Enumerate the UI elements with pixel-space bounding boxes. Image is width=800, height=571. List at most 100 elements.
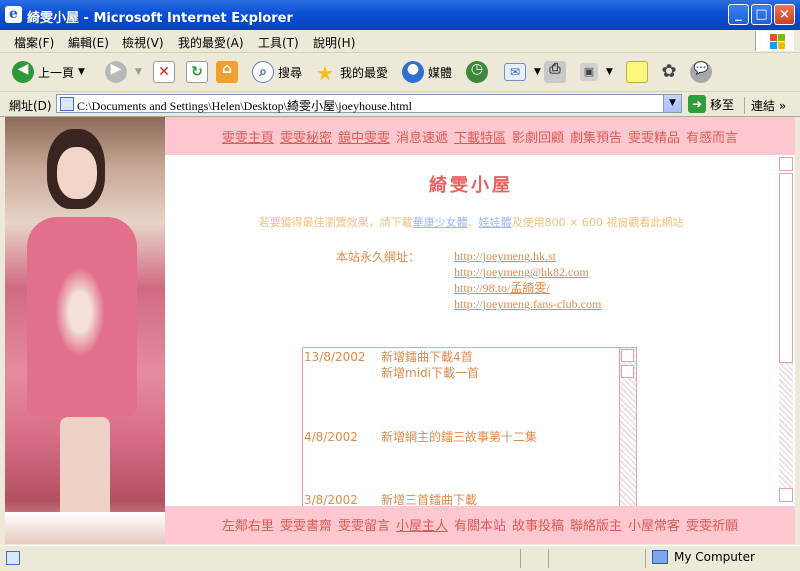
- nav-study[interactable]: 雯雯書齋: [280, 515, 332, 534]
- address-value[interactable]: C:\Documents and Settings\Helen\Desktop\…: [77, 97, 412, 114]
- flower-icon: ✿: [661, 61, 677, 82]
- window-title-bar[interactable]: e 綺雯小屋 - Microsoft Internet Explorer _ □…: [0, 0, 800, 30]
- menu-favorites[interactable]: 我的最愛(A): [178, 34, 244, 51]
- chevron-down-icon: ▼: [534, 67, 541, 77]
- mail-button[interactable]: ✉ ▼: [504, 57, 541, 87]
- news-text: 新增網主的鐳三故事第十二集: [381, 430, 538, 444]
- forward-button[interactable]: ▶ ▼: [105, 57, 142, 87]
- nav-owner[interactable]: 小屋主人: [396, 515, 448, 534]
- search-button[interactable]: ⌕ 搜尋: [252, 57, 302, 87]
- back-button[interactable]: ◀ 上一頁 ▼: [12, 57, 85, 87]
- menu-view[interactable]: 檢視(V): [122, 34, 164, 51]
- scroll-thumb[interactable]: [779, 173, 793, 363]
- minimize-button[interactable]: _: [728, 4, 749, 25]
- url-link[interactable]: http://joeymeng@hk82.com: [454, 264, 601, 280]
- permanent-url-label: 本站永久網址：: [336, 250, 421, 264]
- nav-drama-review[interactable]: 影劇回顧: [512, 127, 564, 146]
- close-button[interactable]: ×: [774, 4, 795, 25]
- stop-icon: ✕: [153, 61, 175, 83]
- page-scrollbar[interactable]: [777, 155, 795, 506]
- scroll-track[interactable]: [779, 363, 793, 488]
- news-scrollbar[interactable]: [619, 348, 636, 506]
- font-tip: 若要獲得最佳瀏覽效果，請下載華康少女體、娃娃體及使用800 × 600 視窗觀看…: [165, 214, 777, 230]
- media-globe-icon: ●: [402, 61, 424, 83]
- go-button[interactable]: ➜ 移至: [688, 95, 734, 113]
- nav-mirror[interactable]: 鏡中雯雯: [338, 127, 390, 146]
- computer-icon: [652, 550, 668, 564]
- nav-guestbook[interactable]: 雯雯留言: [338, 515, 390, 534]
- nav-news[interactable]: 消息速遞: [396, 127, 448, 146]
- url-link[interactable]: http://98.to/孟綺雯/: [454, 280, 601, 296]
- news-scroll-up[interactable]: [621, 349, 634, 362]
- nav-downloads[interactable]: 下載特區: [454, 127, 506, 146]
- search-icon: ⌕: [252, 61, 274, 83]
- menu-help[interactable]: 說明(H): [313, 34, 355, 51]
- address-input[interactable]: C:\Documents and Settings\Helen\Desktop\…: [56, 94, 682, 113]
- messenger-button[interactable]: ✿: [658, 57, 684, 87]
- news-date: 4/8/2002: [304, 430, 358, 444]
- scroll-down-button[interactable]: [779, 488, 793, 502]
- url-link[interactable]: http://joeymeng.fans-club.com: [454, 296, 601, 312]
- news-text: 新增midi下載一首: [381, 366, 479, 380]
- address-label: 網址(D): [9, 99, 52, 113]
- history-button[interactable]: ◷: [466, 57, 492, 87]
- edit-button[interactable]: ▣ ▼: [580, 57, 613, 87]
- status-divider: [548, 549, 549, 568]
- chat-button[interactable]: 💬: [690, 57, 716, 87]
- menu-edit[interactable]: 編輯(E): [68, 34, 109, 51]
- menu-bar: 檔案(F) 編輯(E) 檢視(V) 我的最愛(A) 工具(T) 說明(H): [0, 30, 800, 53]
- home-button[interactable]: ⌂: [216, 57, 242, 87]
- nav-home[interactable]: 雯雯主頁: [222, 127, 274, 146]
- nav-about[interactable]: 有關本站: [454, 515, 506, 534]
- toolbar: ◀ 上一頁 ▼ ▶ ▼ ✕ ↻ ⌂ ⌕ 搜尋 ★ 我的最愛 ● 媒體 ◷ ✉ ▼…: [0, 53, 800, 92]
- nav-wishes[interactable]: 雯雯祈願: [686, 515, 738, 534]
- stop-button[interactable]: ✕: [153, 57, 179, 87]
- url-link[interactable]: http://joeymeng.hk.st: [454, 248, 601, 264]
- go-label: 移至: [710, 97, 735, 112]
- links-label: 連結: [751, 99, 776, 113]
- back-arrow-icon: ◀: [12, 61, 34, 83]
- status-divider: [645, 549, 646, 568]
- news-text: 新增三首鐳曲下載: [381, 493, 478, 506]
- tip-prefix: 若要獲得最佳瀏覽效果，請下載: [258, 216, 413, 229]
- scroll-up-button[interactable]: [779, 157, 793, 171]
- nav-goods[interactable]: 雯雯精品: [628, 127, 680, 146]
- menu-file[interactable]: 檔案(F): [14, 34, 54, 51]
- maximize-button[interactable]: □: [751, 4, 772, 25]
- font-link-huakang[interactable]: 華康少女體: [413, 216, 468, 229]
- news-item: 13/8/2002 新增鐳曲下載4首: [304, 348, 473, 365]
- nav-secrets[interactable]: 雯雯秘密: [280, 127, 332, 146]
- font-link-wawa[interactable]: 娃娃體: [479, 216, 512, 229]
- nav-submit-story[interactable]: 故事投稿: [512, 515, 564, 534]
- page-icon: [60, 97, 74, 111]
- nav-neighbors[interactable]: 左鄰右里: [222, 515, 274, 534]
- photo-railing: [5, 512, 165, 544]
- history-icon: ◷: [466, 61, 488, 83]
- print-button[interactable]: ⎙: [544, 57, 570, 87]
- refresh-icon: ↻: [186, 61, 208, 83]
- chevron-down-icon: ▼: [606, 67, 613, 77]
- window-title: 綺雯小屋 - Microsoft Internet Explorer: [27, 11, 293, 26]
- page-viewport[interactable]: 雯雯主頁 雯雯秘密 鏡中雯雯 消息速遞 下載特區 影劇回顧 劇集預告 雯雯精品 …: [5, 117, 795, 544]
- favorites-label: 我的最愛: [340, 65, 389, 80]
- media-button[interactable]: ● 媒體: [402, 57, 452, 87]
- news-scroll-thumb[interactable]: [621, 365, 634, 378]
- menu-tools[interactable]: 工具(T): [258, 34, 299, 51]
- nav-contact[interactable]: 聯絡版主: [570, 515, 622, 534]
- news-box[interactable]: 13/8/2002 新增鐳曲下載4首 新增midi下載一首 4/8/2002 新增網…: [302, 347, 637, 506]
- address-dropdown-icon[interactable]: ▼: [663, 95, 681, 112]
- favorites-button[interactable]: ★ 我的最愛: [314, 57, 388, 87]
- ie-icon: e: [5, 6, 22, 23]
- nav-preview[interactable]: 劇集預告: [570, 127, 622, 146]
- address-bar: 網址(D) C:\Documents and Settings\Helen\De…: [0, 92, 800, 117]
- nav-thoughts[interactable]: 有感而言: [686, 127, 738, 146]
- discuss-button[interactable]: [626, 57, 652, 87]
- news-item: 3/8/2002 新增三首鐳曲下載: [304, 491, 477, 506]
- page-title: 綺雯小屋: [429, 175, 513, 196]
- refresh-button[interactable]: ↻: [186, 57, 212, 87]
- permanent-url-list: http://joeymeng.hk.st http://joeymeng@hk…: [454, 248, 601, 312]
- nav-regulars[interactable]: 小屋常客: [628, 515, 680, 534]
- top-nav: 雯雯主頁 雯雯秘密 鏡中雯雯 消息速遞 下載特區 影劇回顧 劇集預告 雯雯精品 …: [165, 117, 795, 155]
- links-button[interactable]: 連結 »: [744, 97, 786, 114]
- go-arrow-icon: ➜: [688, 95, 706, 113]
